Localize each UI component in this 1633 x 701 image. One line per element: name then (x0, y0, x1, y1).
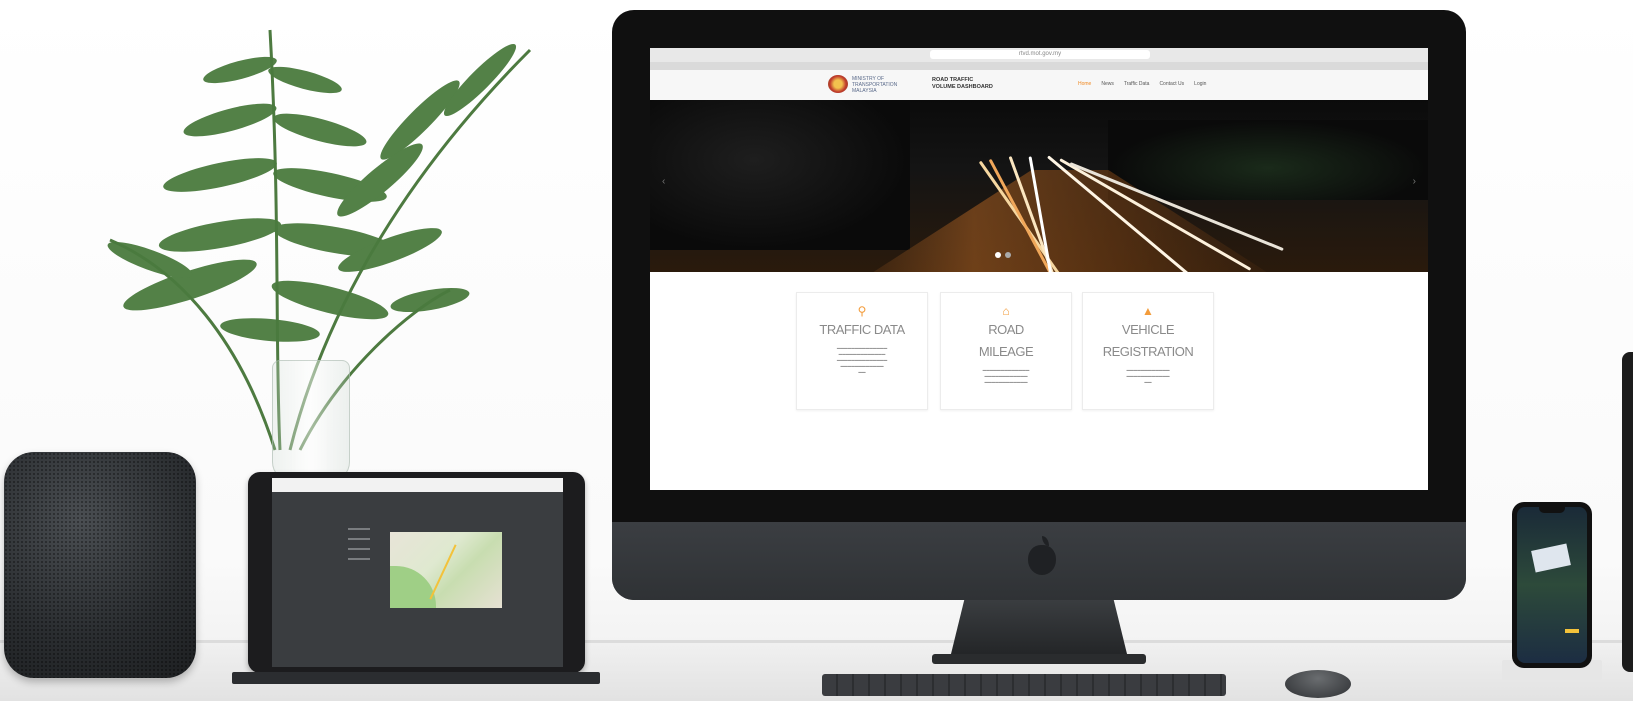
phone-screen (1517, 507, 1587, 663)
nav-traffic-data[interactable]: Traffic Data (1124, 81, 1150, 87)
nav-news[interactable]: News (1101, 81, 1114, 87)
partial-device-edge (1622, 352, 1633, 672)
desk-surface (0, 640, 1633, 701)
hero-trees (650, 100, 910, 250)
main-nav: Home News Traffic Data Contact Us Login (1078, 81, 1206, 87)
imac-screen: rtvd.mot.gov.my MINISTRY OF TRANSPORTATI… (650, 48, 1428, 490)
tablet-keyboard (232, 672, 600, 684)
search-icon: ⚲ (857, 304, 867, 318)
site-header: MINISTRY OF TRANSPORTATION MALAYSIA ROAD… (650, 70, 1428, 100)
device-mockup-scene: rtvd.mot.gov.my MINISTRY OF TRANSPORTATI… (0, 0, 1633, 701)
phone-notch (1539, 507, 1565, 513)
nav-contact[interactable]: Contact Us (1159, 81, 1184, 87)
tablet-sidebar-line (348, 548, 370, 550)
homepod-speaker (4, 452, 196, 678)
keyboard (822, 674, 1226, 696)
browser-toolbar: rtvd.mot.gov.my (650, 48, 1428, 63)
carousel-next-icon[interactable]: › (1413, 176, 1416, 187)
apple-logo-icon (1028, 536, 1056, 575)
hero-banner: ‹ › (650, 100, 1428, 272)
tablet-screen (272, 478, 563, 667)
imac-stand-base (932, 654, 1146, 664)
desk-edge (0, 640, 1633, 643)
fern-plant (107, 29, 532, 451)
card-traffic-data[interactable]: ⚲ TRAFFIC DATA ▬▬▬▬▬▬▬▬▬▬▬▬▬▬ ▬▬▬▬▬▬▬▬▬▬▬… (796, 292, 928, 410)
tablet-sidebar-line (348, 528, 370, 530)
card-vehicle-registration[interactable]: ▲ VEHICLE REGISTRATION ▬▬▬▬▬▬▬▬▬▬▬▬ ▬▬▬▬▬… (1082, 292, 1214, 410)
card-road-mileage[interactable]: ⌂ ROAD MILEAGE ▬▬▬▬▬▬▬▬▬▬▬▬▬ ▬▬▬▬▬▬▬▬▬▬▬▬… (940, 292, 1072, 410)
ministry-name: MINISTRY OF TRANSPORTATION MALAYSIA (852, 76, 898, 94)
glass-vase (272, 360, 350, 482)
home-icon: ⌂ (1002, 304, 1010, 318)
card-description: ▬▬▬▬▬▬▬▬▬▬▬▬ ▬▬▬▬▬▬▬▬▬▬▬▬ ▬▬ (1126, 368, 1170, 384)
tablet-sidebar-line (348, 558, 370, 560)
carousel-dot[interactable] (1005, 252, 1011, 258)
tablet-site-header (272, 478, 563, 492)
hero-city (1108, 120, 1428, 200)
address-bar[interactable]: rtvd.mot.gov.my (930, 50, 1150, 59)
phone-hero-image (1531, 543, 1571, 573)
nav-home[interactable]: Home (1078, 81, 1091, 87)
nav-login[interactable]: Login (1194, 81, 1206, 87)
ipad-tablet (248, 472, 585, 673)
tablet-sidebar-line (348, 538, 370, 540)
tablet-map (390, 532, 502, 608)
carousel-dot[interactable] (995, 252, 1001, 258)
card-description: ▬▬▬▬▬▬▬▬▬▬▬▬▬ ▬▬▬▬▬▬▬▬▬▬▬▬ ▬▬▬▬▬▬▬▬▬▬▬▬ (982, 368, 1030, 384)
ministry-crest-icon (828, 75, 848, 93)
system-name: ROAD TRAFFIC VOLUME DASHBOARD (932, 77, 993, 90)
card-description: ▬▬▬▬▬▬▬▬▬▬▬▬▬▬ ▬▬▬▬▬▬▬▬▬▬▬▬▬ ▬▬▬▬▬▬▬▬▬▬▬▬▬… (836, 346, 888, 374)
imac-stand (950, 600, 1128, 658)
browser-tabs (650, 62, 1428, 70)
iphone (1512, 502, 1592, 668)
feature-cards: ⚲ TRAFFIC DATA ▬▬▬▬▬▬▬▬▬▬▬▬▬▬ ▬▬▬▬▬▬▬▬▬▬▬… (650, 272, 1428, 490)
phone-button (1565, 629, 1579, 633)
magic-mouse (1285, 670, 1351, 698)
carousel-prev-icon[interactable]: ‹ (662, 176, 665, 187)
car-icon: ▲ (1142, 304, 1154, 318)
